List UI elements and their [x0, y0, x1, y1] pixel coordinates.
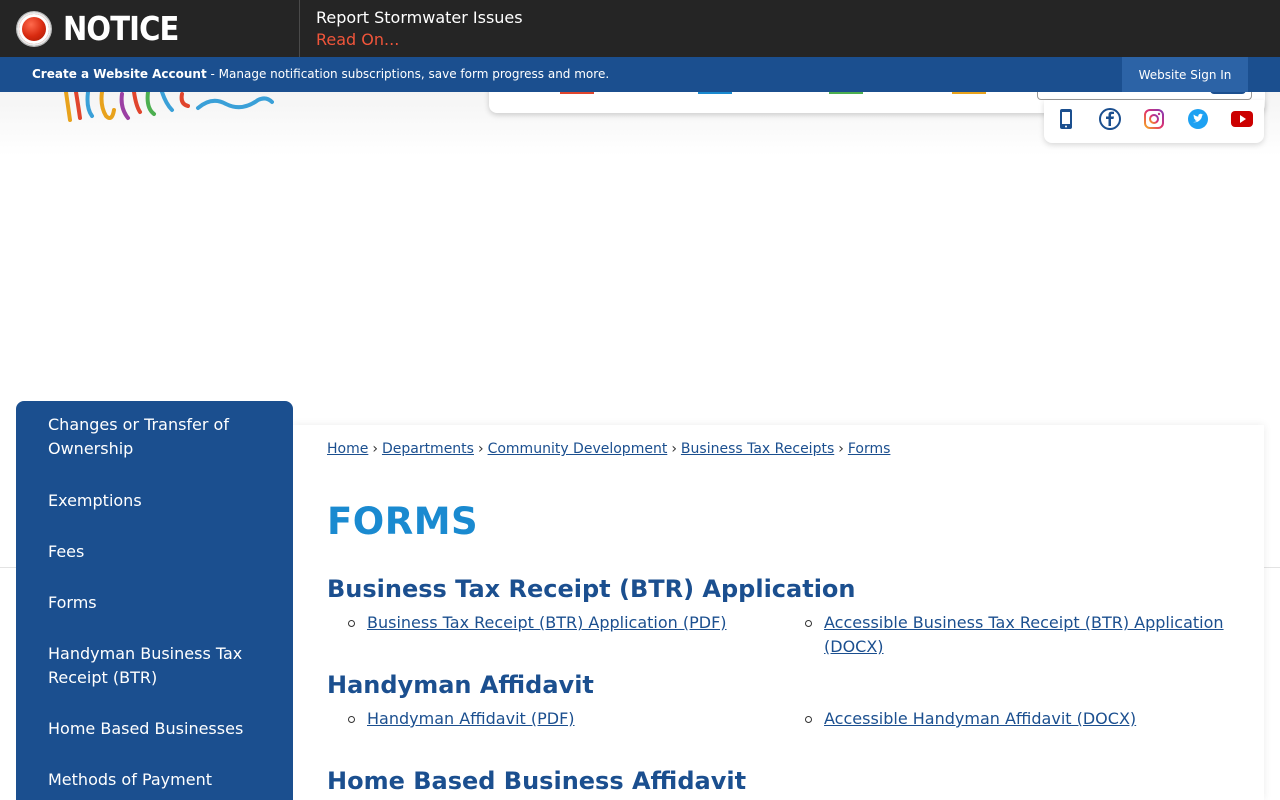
sidebar-item-forms[interactable]: Forms	[16, 591, 293, 615]
account-description: - Manage notification subscriptions, sav…	[206, 67, 610, 81]
breadcrumb-community-development[interactable]: Community Development	[488, 441, 668, 457]
account-message: Create a Website Account - Manage notifi…	[32, 67, 609, 81]
facebook-icon[interactable]	[1098, 107, 1122, 131]
link-btr-application-docx[interactable]: Accessible Business Tax Receipt (BTR) Ap…	[824, 613, 1224, 656]
sign-in-button[interactable]: Website Sign In	[1122, 57, 1248, 92]
alert-icon	[17, 11, 51, 46]
notice-bar: NOTICE Report Stormwater Issues Read On.…	[0, 0, 1280, 57]
breadcrumb-home[interactable]: Home	[327, 441, 368, 457]
sidebar-item-handyman-btr[interactable]: Handyman Business Tax Receipt (BTR)	[16, 642, 293, 690]
notice-read-on-link[interactable]: Read On...	[316, 28, 523, 52]
youtube-icon[interactable]	[1230, 107, 1254, 131]
sidebar-nav: Changes or Transfer of Ownership Exempti…	[16, 401, 293, 800]
sidebar-item-home-based-businesses[interactable]: Home Based Businesses	[16, 717, 293, 741]
social-links	[1044, 100, 1264, 143]
account-bar: Create a Website Account - Manage notifi…	[0, 57, 1280, 92]
section-title-handyman-affidavit: Handyman Affidavit	[327, 671, 594, 699]
notice-label: NOTICE	[0, 0, 300, 57]
instagram-icon[interactable]	[1142, 107, 1166, 131]
twitter-icon[interactable]	[1186, 107, 1210, 131]
link-list-handyman-affidavit: Handyman Affidavit (PDF) Accessible Hand…	[348, 707, 1257, 731]
site-logo[interactable]	[62, 92, 274, 126]
sidebar-item-changes-or-transfer[interactable]: Changes or Transfer of Ownership	[16, 413, 293, 461]
notice-headline: Report Stormwater Issues	[316, 8, 523, 27]
mobile-icon[interactable]	[1054, 107, 1078, 131]
sidebar-item-fees[interactable]: Fees	[16, 540, 293, 564]
section-title-btr-application: Business Tax Receipt (BTR) Application	[327, 575, 856, 603]
breadcrumb-departments[interactable]: Departments	[382, 441, 474, 457]
breadcrumb-forms[interactable]: Forms	[848, 441, 891, 457]
link-handyman-affidavit-docx[interactable]: Accessible Handyman Affidavit (DOCX)	[824, 709, 1136, 728]
sidebar-item-methods-of-payment[interactable]: Methods of Payment	[16, 768, 293, 792]
link-list-btr-application: Business Tax Receipt (BTR) Application (…	[348, 611, 1257, 659]
page-title: FORMS	[327, 500, 479, 543]
link-handyman-affidavit-pdf[interactable]: Handyman Affidavit (PDF)	[367, 709, 575, 728]
breadcrumb: Home › Departments › Community Development › B…	[327, 441, 891, 457]
sidebar-item-exemptions[interactable]: Exemptions	[16, 489, 293, 513]
breadcrumb-business-tax-receipts[interactable]: Business Tax Receipts	[681, 441, 834, 457]
link-btr-application-pdf[interactable]: Business Tax Receipt (BTR) Application (…	[367, 613, 727, 632]
notice-title: NOTICE	[63, 9, 179, 48]
create-account-link[interactable]: Create a Website Account	[32, 67, 207, 81]
section-title-home-based-business-affidavit: Home Based Business Affidavit	[327, 767, 747, 795]
